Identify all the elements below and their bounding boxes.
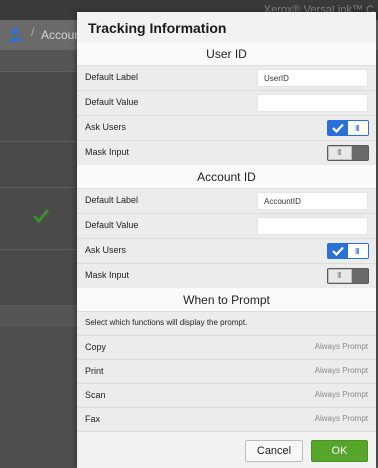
user-id-default-value-row: Default Value [77, 91, 376, 116]
toggle-knob [328, 121, 348, 135]
prompt-setting-value: Always Prompt [314, 366, 368, 375]
user-id-default-label-input[interactable] [257, 69, 368, 87]
account-id-ask-users-row: Ask Users III [77, 239, 376, 264]
grip-icon: III [355, 247, 360, 256]
list-item [0, 72, 80, 142]
prompt-function-label: Scan [85, 390, 106, 400]
account-id-mask-input-row: Mask Input III [77, 264, 376, 289]
prompt-row-print[interactable]: Print Always Prompt [77, 360, 376, 384]
field-label: Default Value [85, 97, 139, 107]
prompt-setting-value: Always Prompt [314, 390, 368, 399]
field-label: Default Label [85, 195, 139, 205]
field-label: Mask Input [85, 270, 130, 280]
field-label: Default Value [85, 220, 139, 230]
when-to-prompt-heading: When to Prompt [77, 288, 376, 312]
field-label: Ask Users [85, 245, 127, 255]
list-item [0, 50, 80, 72]
account-id-heading: Account ID [77, 165, 376, 189]
prompt-setting-value: Always Prompt [314, 342, 368, 351]
user-id-ask-users-row: Ask Users III [77, 116, 376, 141]
breadcrumb-separator: / [31, 25, 35, 39]
grip-icon: III [337, 271, 342, 280]
account-id-mask-input-toggle[interactable]: III [327, 268, 369, 284]
list-item [0, 142, 80, 188]
user-id-default-value-input[interactable] [257, 94, 368, 112]
user-id-mask-input-row: Mask Input III [77, 141, 376, 166]
cancel-button[interactable]: Cancel [245, 440, 303, 462]
prompt-function-label: Print [85, 366, 104, 376]
account-id-default-value-row: Default Value [77, 214, 376, 239]
prompt-row-scan[interactable]: Scan Always Prompt [77, 384, 376, 408]
list-item [0, 250, 80, 306]
user-id-ask-users-toggle[interactable]: III [327, 120, 369, 136]
field-label: Mask Input [85, 147, 130, 157]
account-id-default-label-input[interactable] [257, 192, 368, 210]
checkmark-icon [32, 208, 50, 224]
field-label: Default Label [85, 72, 139, 82]
account-id-default-label-row: Default Label [77, 189, 376, 214]
prompt-setting-value: Always Prompt [314, 414, 368, 423]
account-id-ask-users-toggle[interactable]: III [327, 243, 369, 259]
when-to-prompt-description: Select which functions will display the … [77, 312, 376, 336]
grip-icon: III [355, 124, 360, 133]
grip-icon: III [337, 148, 342, 157]
list-item [0, 306, 80, 326]
field-label: Ask Users [85, 122, 127, 132]
prompt-row-fax[interactable]: Fax Always Prompt [77, 408, 376, 432]
tracking-information-dialog: Tracking Information User ID Default Lab… [77, 12, 376, 468]
ok-button[interactable]: OK [311, 440, 368, 462]
checkmark-icon [332, 123, 344, 133]
user-id-heading: User ID [77, 42, 376, 66]
user-id-mask-input-toggle[interactable]: III [327, 145, 369, 161]
user-icon[interactable] [9, 27, 23, 43]
checkmark-icon [332, 246, 344, 256]
prompt-function-label: Copy [85, 342, 107, 352]
user-id-default-label-row: Default Label [77, 66, 376, 91]
prompt-row-copy[interactable]: Copy Always Prompt [77, 336, 376, 360]
prompt-function-label: Fax [85, 414, 101, 424]
dialog-title: Tracking Information [88, 20, 227, 36]
account-id-default-value-input[interactable] [257, 217, 368, 235]
toggle-knob [328, 244, 348, 258]
